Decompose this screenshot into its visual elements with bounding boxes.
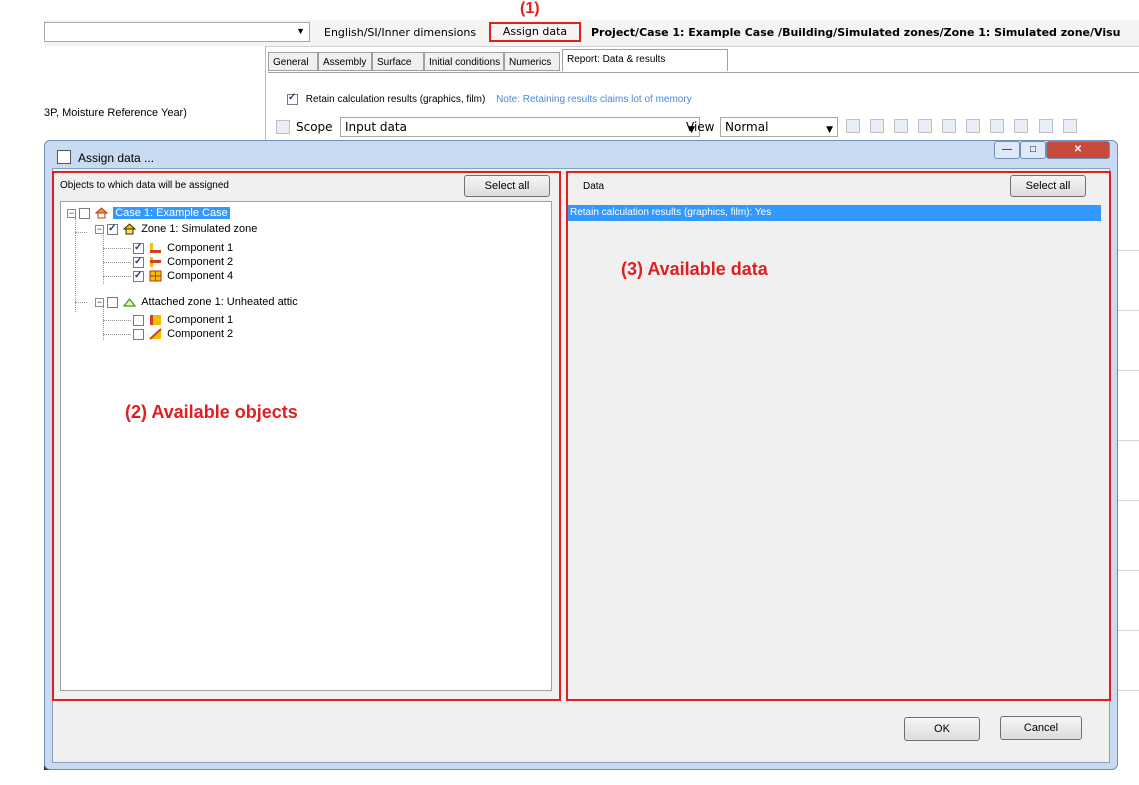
close-icon: ✕	[1073, 144, 1083, 155]
chart-icon[interactable]	[1038, 119, 1053, 133]
tab-general[interactable]: General	[268, 52, 318, 71]
retain-label: Retain calculation results (graphics, fi…	[305, 94, 486, 106]
page-icon[interactable]	[942, 119, 957, 133]
scope-select[interactable]: Input data ▼	[340, 117, 700, 137]
dialog-icon	[57, 150, 71, 164]
component-icon	[150, 257, 162, 268]
frame-icon[interactable]	[918, 119, 933, 133]
background-grid	[1116, 150, 1139, 765]
climate-pane	[44, 46, 266, 146]
tree-node-case[interactable]: − Case 1: Example Case	[67, 206, 230, 220]
properties-icon[interactable]	[894, 119, 909, 133]
tree-label: Case 1: Example Case	[113, 207, 230, 220]
tree-checkbox[interactable]	[133, 241, 144, 255]
tab-numerics[interactable]: Numerics	[504, 52, 560, 71]
dropdown-arrow-icon: ▼	[296, 26, 305, 36]
tree-label: Component 2	[167, 256, 234, 269]
tree-node-component[interactable]: Component 2	[133, 255, 233, 269]
project-path: Project/Case 1: Example Case /Building/S…	[591, 26, 1121, 39]
scope-row: Scope Input data ▼ View Normal ▼	[276, 117, 1139, 139]
roof-icon	[123, 298, 137, 307]
scope-value: Input data	[345, 120, 407, 134]
maximize-icon: □	[1029, 144, 1037, 155]
scope-label: Scope	[296, 120, 333, 134]
collapse-icon[interactable]: −	[95, 224, 104, 234]
component-icon	[149, 328, 162, 340]
zoom-out-icon[interactable]	[990, 119, 1005, 133]
units-label[interactable]: English/SI/Inner dimensions	[324, 26, 476, 39]
export-icon[interactable]	[1062, 119, 1077, 133]
retain-checkbox[interactable]	[287, 92, 298, 105]
tab-assembly[interactable]: Assembly	[318, 52, 372, 71]
document-icon[interactable]	[846, 119, 860, 133]
component-icon	[150, 243, 162, 254]
tree-checkbox[interactable]	[133, 314, 144, 326]
house-icon	[95, 207, 109, 219]
assign-data-button[interactable]: Assign data	[489, 22, 581, 42]
tree-checkbox[interactable]	[107, 296, 119, 308]
minimize-icon: —	[1002, 144, 1012, 155]
open-icon[interactable]	[870, 119, 885, 133]
view-select[interactable]: Normal ▼	[720, 117, 838, 137]
tree-label: Component 1	[167, 242, 234, 255]
view-value: Normal	[725, 120, 769, 134]
annotation-3: (3) Available data	[621, 259, 768, 279]
collapse-icon[interactable]: −	[95, 297, 104, 307]
component-icon	[150, 315, 162, 326]
maximize-button[interactable]: □	[1020, 141, 1046, 159]
copy-icon[interactable]	[1014, 119, 1029, 133]
ok-button[interactable]: OK	[904, 717, 980, 741]
dropdown-arrow-icon: ▼	[826, 125, 833, 135]
tab-surface[interactable]: Surface	[372, 52, 424, 71]
background-left-strip	[0, 150, 44, 785]
retain-row: Retain calculation results (graphics, fi…	[287, 92, 692, 106]
tree-checkbox[interactable]	[133, 269, 144, 283]
tree-label: Attached zone 1: Unheated attic	[141, 296, 298, 309]
collapse-icon[interactable]: −	[67, 208, 76, 218]
tree-node-component[interactable]: Component 4	[133, 269, 233, 283]
annotation-1: (1)	[520, 0, 540, 17]
objects-header: Objects to which data will be assigned	[60, 180, 229, 191]
tree-checkbox[interactable]	[79, 207, 91, 219]
data-list-item[interactable]: Retain calculation results (graphics, fi…	[568, 205, 1101, 221]
panel-icon[interactable]	[276, 120, 290, 134]
tree-label: Zone 1: Simulated zone	[141, 223, 258, 236]
climate-text: 3P, Moisture Reference Year)	[44, 107, 187, 119]
select-all-objects-button[interactable]: Select all	[464, 175, 550, 197]
tree-checkbox[interactable]	[107, 222, 119, 236]
retain-note: Note: Retaining results claims lot of me…	[496, 94, 692, 106]
minimize-button[interactable]: —	[994, 141, 1020, 159]
view-toolbar	[846, 119, 1084, 133]
house-zone-icon	[123, 223, 137, 235]
tree-label: Component 4	[167, 270, 234, 283]
select-all-data-button[interactable]: Select all	[1010, 175, 1086, 197]
objects-tree: − Case 1: Example Case − Zone 1: Simulat…	[60, 201, 552, 691]
tab-initial-conditions[interactable]: Initial conditions	[424, 52, 504, 71]
tree-node-component[interactable]: Component 1	[133, 313, 233, 327]
tree-label: Component 1	[167, 314, 234, 327]
annotation-2: (2) Available objects	[125, 402, 298, 422]
tree-checkbox[interactable]	[133, 255, 144, 269]
tree-node-attic[interactable]: − Attached zone 1: Unheated attic	[95, 295, 298, 309]
close-button[interactable]: ✕	[1046, 141, 1110, 159]
dialog-title: Assign data ...	[78, 151, 155, 165]
tree-node-zone[interactable]: − Zone 1: Simulated zone	[95, 222, 257, 236]
window-icon	[149, 270, 162, 282]
tree-checkbox[interactable]	[133, 328, 144, 340]
tree-label: Component 2	[167, 328, 234, 341]
zoom-in-icon[interactable]	[966, 119, 981, 133]
tree-node-component[interactable]: Component 1	[133, 241, 233, 255]
view-label: View	[686, 120, 715, 134]
cancel-button[interactable]: Cancel	[1000, 716, 1082, 740]
data-header: Data	[583, 181, 605, 192]
project-combo[interactable]: ▼	[44, 22, 310, 42]
tab-divider	[268, 72, 1139, 73]
tab-report[interactable]: Report: Data & results	[562, 49, 728, 71]
tree-node-component[interactable]: Component 2	[133, 327, 233, 341]
